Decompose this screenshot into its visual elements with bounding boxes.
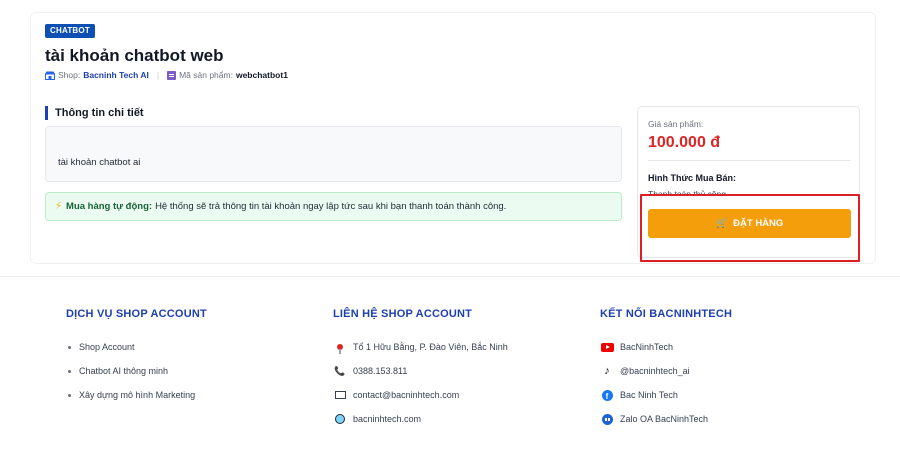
social-zalo[interactable]: Zalo OA BacNinhTech xyxy=(600,407,732,431)
footer-services-column: DỊCH VỤ SHOP ACCOUNT Shop Account Chatbo… xyxy=(66,308,207,407)
product-meta: Shop: Bacninh Tech AI | Mã sản phẩm: web… xyxy=(45,70,288,80)
detail-section-title: Thông tin chi tiết xyxy=(45,106,144,120)
zalo-icon xyxy=(601,413,613,425)
contact-website-text: bacninhtech.com xyxy=(353,414,422,424)
services-title: DỊCH VỤ SHOP ACCOUNT xyxy=(66,308,207,320)
mail-icon xyxy=(334,391,346,399)
social-title: KẾT NỐI BACNINHTECH xyxy=(600,308,733,320)
product-title: tài khoản chatbot web xyxy=(45,46,224,65)
order-button-label: ĐẶT HÀNG xyxy=(733,218,784,229)
social-youtube[interactable]: BacNinhTech xyxy=(600,335,732,359)
bullet xyxy=(68,345,71,349)
bullet xyxy=(68,393,71,397)
footer-social-column: KẾT NỐI BACNINHTECH BacNinhTech ♪ @bacnin… xyxy=(600,308,732,431)
services-item-chatbot[interactable]: Chatbot AI thông minh xyxy=(66,359,207,383)
order-button[interactable]: 🛒 ĐẶT HÀNG xyxy=(648,209,851,238)
social-facebook-text: Bac Ninh Tech xyxy=(620,390,678,400)
location-pin-icon xyxy=(337,344,343,354)
lightning-icon: ⚡ xyxy=(55,201,63,212)
contact-email-text: contact@bacninhtech.com xyxy=(353,390,460,400)
services-item-shop-account[interactable]: Shop Account xyxy=(66,335,207,359)
cart-icon: 🛒 xyxy=(715,218,729,229)
social-zalo-text: Zalo OA BacNinhTech xyxy=(620,414,709,424)
social-facebook[interactable]: f Bac Ninh Tech xyxy=(600,383,732,407)
footer-contact-column: LIÊN HỆ SHOP ACCOUNT Tổ 1 Hữu Bằng, P. Đ… xyxy=(333,308,508,431)
shop-name-link[interactable]: Bacninh Tech AI xyxy=(83,70,149,80)
buy-type-label: Hình Thức Mua Bán: xyxy=(648,173,737,183)
phone-icon: 📞 xyxy=(334,365,346,376)
services-item-label: Xây dựng mô hình Marketing xyxy=(79,390,196,400)
contact-website[interactable]: bacninhtech.com xyxy=(333,407,508,431)
category-badge: CHATBOT xyxy=(45,24,95,38)
youtube-icon xyxy=(600,342,614,352)
services-item-marketing[interactable]: Xây dựng mô hình Marketing xyxy=(66,383,207,407)
detail-box: tài khoản chatbot ai xyxy=(45,126,622,182)
contact-email[interactable]: contact@bacninhtech.com xyxy=(333,383,508,407)
product-code-label: Mã sản phẩm: xyxy=(179,70,233,80)
shop-icon xyxy=(45,71,55,80)
contact-title: LIÊN HỆ SHOP ACCOUNT xyxy=(333,308,473,320)
auto-purchase-notice: ⚡ Mua hàng tự động: Hệ thống sẽ trả thôn… xyxy=(45,192,622,221)
social-tiktok[interactable]: ♪ @bacninhtech_ai xyxy=(600,359,732,383)
meta-separator: | xyxy=(156,70,160,80)
contact-phone-text: 0388.153.811 xyxy=(353,366,408,376)
footer-divider xyxy=(0,276,900,277)
bullet xyxy=(68,369,71,373)
services-item-label: Chatbot AI thông minh xyxy=(79,366,169,376)
shop-label: Shop: xyxy=(58,70,81,80)
detail-description: tài khoản chatbot ai xyxy=(58,157,141,168)
contact-phone[interactable]: 📞 0388.153.811 xyxy=(333,359,508,383)
social-tiktok-text: @bacninhtech_ai xyxy=(620,366,690,376)
buy-type-value: Thanh toán thủ công xyxy=(648,189,726,195)
price-divider xyxy=(648,160,851,161)
social-youtube-text: BacNinhTech xyxy=(620,342,674,352)
product-code-value: webchatbot1 xyxy=(235,70,288,80)
price-card: Giá sản phẩm: 100.000 đ Hình Thức Mua Bá… xyxy=(637,106,860,258)
product-code-icon xyxy=(167,70,177,80)
globe-icon xyxy=(335,414,345,424)
contact-address-text: Tổ 1 Hữu Bằng, P. Đào Viên, Bắc Ninh xyxy=(353,342,508,352)
facebook-icon: f xyxy=(601,389,613,401)
price-value: 100.000 đ xyxy=(648,134,721,151)
auto-purchase-label: Mua hàng tự động: xyxy=(66,201,153,212)
tiktok-icon: ♪ xyxy=(604,364,610,377)
price-label: Giá sản phẩm: xyxy=(648,119,704,129)
contact-address: Tổ 1 Hữu Bằng, P. Đào Viên, Bắc Ninh xyxy=(333,335,508,359)
auto-purchase-text: Hệ thống sẽ trả thông tin tài khoản ngay… xyxy=(155,201,507,212)
services-item-label: Shop Account xyxy=(79,342,135,352)
